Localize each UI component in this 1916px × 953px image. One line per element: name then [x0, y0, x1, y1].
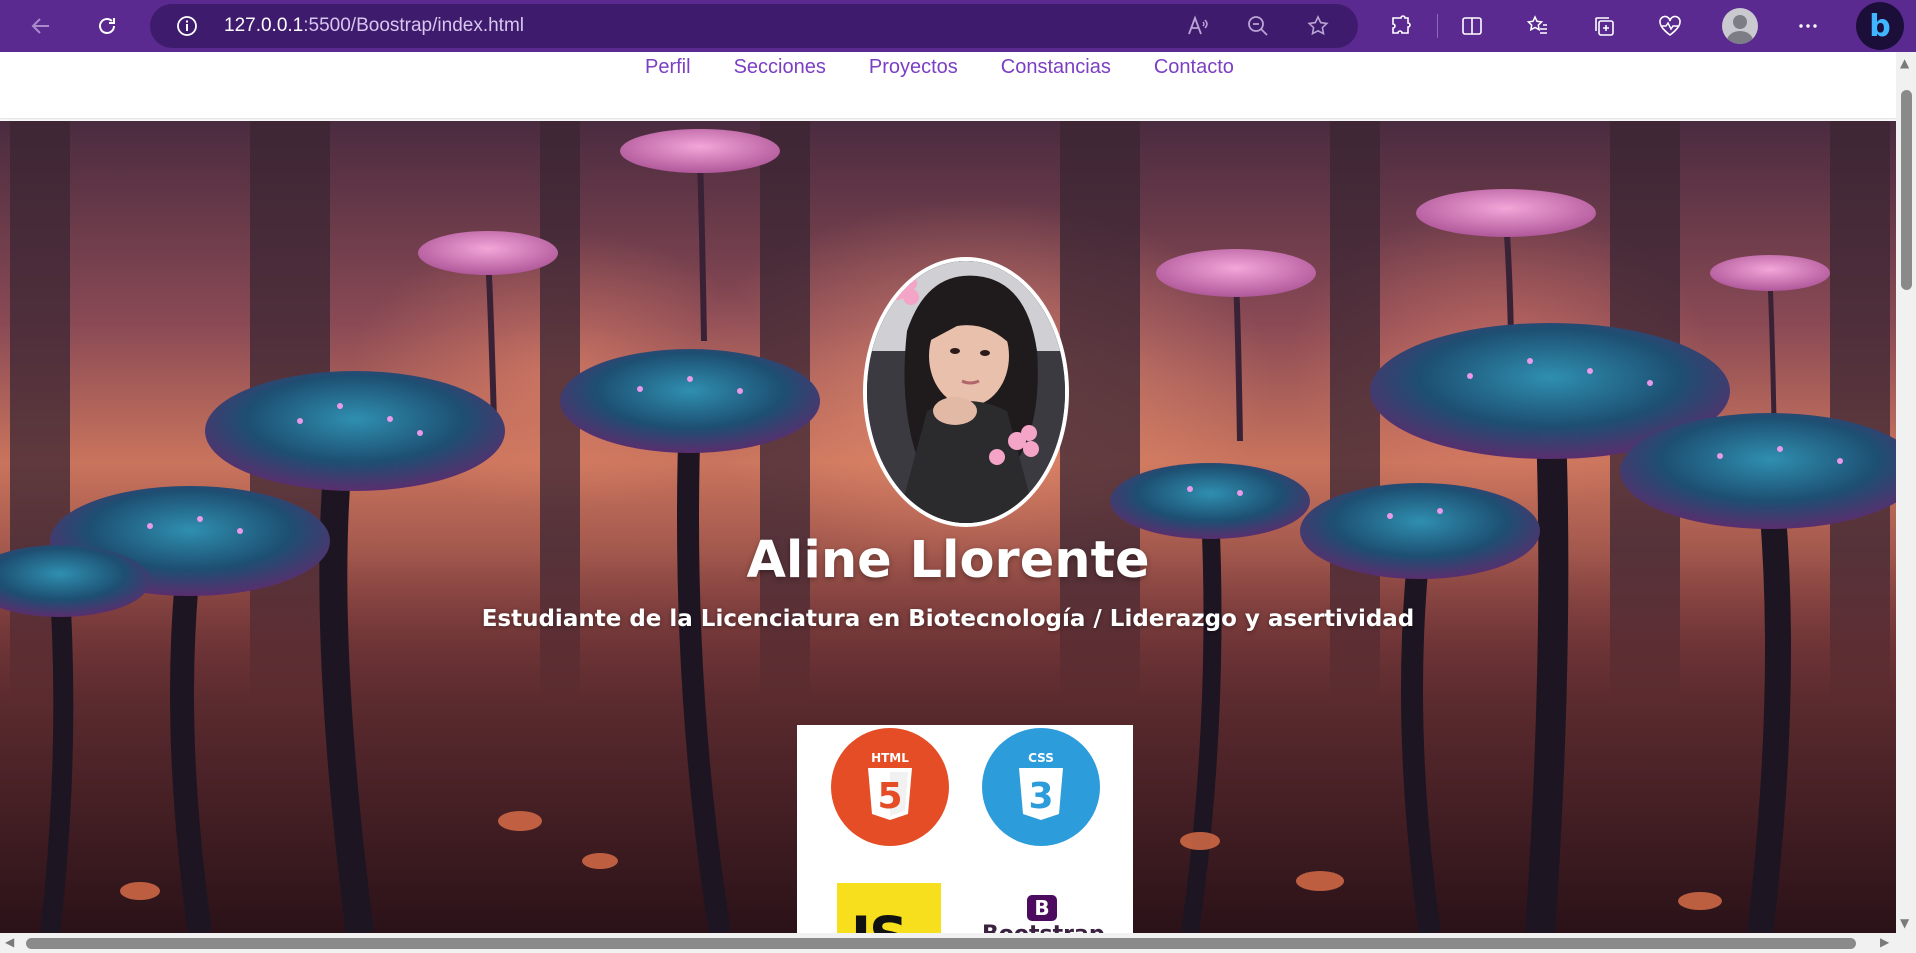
vertical-scroll-thumb[interactable] [1901, 90, 1912, 290]
html5-icon: HTML 5 [831, 728, 949, 846]
svg-text:HTML: HTML [871, 751, 909, 765]
bootstrap-logo: B Bootstrap [982, 895, 1105, 933]
scroll-down-arrow-icon[interactable]: ▼ [1900, 916, 1909, 930]
nav-item-proyectos: Proyectos [869, 56, 958, 79]
css3-logo: CSS 3 [982, 728, 1100, 850]
nav-list: Perfil Secciones Proyectos Constancias C… [645, 56, 1277, 79]
url-text[interactable]: 127.0.0.1:5500/Boostrap/index.html [224, 15, 524, 37]
avatar-body [1727, 31, 1753, 44]
nav-item-perfil: Perfil [645, 56, 691, 79]
refresh-button[interactable] [88, 7, 126, 45]
nav-link-contacto[interactable]: Contacto [1154, 56, 1234, 78]
collections-button[interactable] [1586, 8, 1622, 44]
toolbar-divider [1437, 14, 1438, 38]
read-aloud-icon[interactable] [1186, 14, 1210, 42]
html5-logo: HTML 5 [831, 728, 949, 850]
extensions-button[interactable] [1383, 8, 1419, 44]
split-screen-button[interactable] [1454, 8, 1490, 44]
svg-text:CSS: CSS [1028, 751, 1054, 765]
nav-item-contacto: Contacto [1154, 56, 1234, 79]
nav-link-constancias[interactable]: Constancias [1001, 56, 1111, 78]
address-bar[interactable]: 127.0.0.1:5500/Boostrap/index.html [150, 4, 1358, 48]
avatar-head [1733, 15, 1747, 29]
css3-icon: CSS 3 [982, 728, 1100, 846]
bing-copilot-button[interactable]: b [1856, 2, 1904, 50]
url-path: :5500/Boostrap/index.html [303, 15, 524, 36]
scroll-right-arrow-icon[interactable]: ▶ [1880, 935, 1889, 949]
svg-text:5: 5 [877, 776, 902, 817]
collections-icon [1595, 17, 1614, 36]
nav-link-secciones[interactable]: Secciones [734, 56, 826, 78]
scroll-left-arrow-icon[interactable]: ◀ [5, 935, 14, 949]
scroll-up-arrow-icon[interactable]: ▲ [1900, 56, 1909, 70]
page-viewport: Perfil Secciones Proyectos Constancias C… [0, 52, 1896, 933]
horizontal-scroll-thumb[interactable] [26, 938, 1856, 949]
more-dots-icon [1799, 24, 1817, 28]
tech-logos-panel: HTML 5 CSS 3 JS B Bootstrap [797, 725, 1133, 933]
javascript-logo: JS [837, 883, 941, 933]
favorites-list-icon [1526, 15, 1547, 34]
bing-icon: b [1869, 8, 1891, 44]
bootstrap-logo-text: Bootstrap [982, 922, 1105, 933]
nav-item-secciones: Secciones [734, 56, 826, 79]
nav-item-constancias: Constancias [1001, 56, 1111, 79]
site-navbar: Perfil Secciones Proyectos Constancias C… [0, 52, 1896, 119]
vertical-scrollbar[interactable]: ▲ ▼ [1896, 52, 1916, 933]
browser-toolbar: 127.0.0.1:5500/Boostrap/index.html b [0, 0, 1916, 52]
favorites-button[interactable] [1520, 8, 1556, 44]
site-info-icon[interactable] [176, 15, 198, 41]
nav-link-proyectos[interactable]: Proyectos [869, 56, 958, 78]
browser-essentials-button[interactable] [1652, 8, 1688, 44]
hero-section: Aline Llorente Estudiante de la Licencia… [0, 121, 1896, 933]
horizontal-scrollbar[interactable]: ◀ ▶ [0, 933, 1916, 953]
refresh-icon [99, 18, 115, 34]
bootstrap-icon: B [1027, 895, 1057, 921]
nav-link-perfil[interactable]: Perfil [645, 56, 691, 78]
svg-text:3: 3 [1028, 776, 1053, 817]
puzzle-icon [1392, 15, 1411, 34]
zoom-out-icon[interactable] [1246, 14, 1270, 42]
favorite-star-icon[interactable] [1306, 14, 1330, 42]
profile-subtitle: Estudiante de la Licenciatura en Biotecn… [481, 606, 1415, 632]
javascript-logo-text: JS [851, 905, 908, 933]
more-options-button[interactable] [1790, 8, 1826, 44]
url-host: 127.0.0.1 [224, 15, 304, 36]
profile-photo [863, 257, 1069, 527]
back-arrow-icon [31, 18, 49, 34]
profile-photo-image [867, 261, 1065, 523]
back-button[interactable] [22, 7, 60, 45]
profile-avatar[interactable] [1722, 8, 1758, 44]
heart-pulse-icon [1659, 15, 1681, 36]
split-screen-icon [1462, 17, 1482, 35]
profile-name: Aline Llorente [746, 531, 1150, 590]
